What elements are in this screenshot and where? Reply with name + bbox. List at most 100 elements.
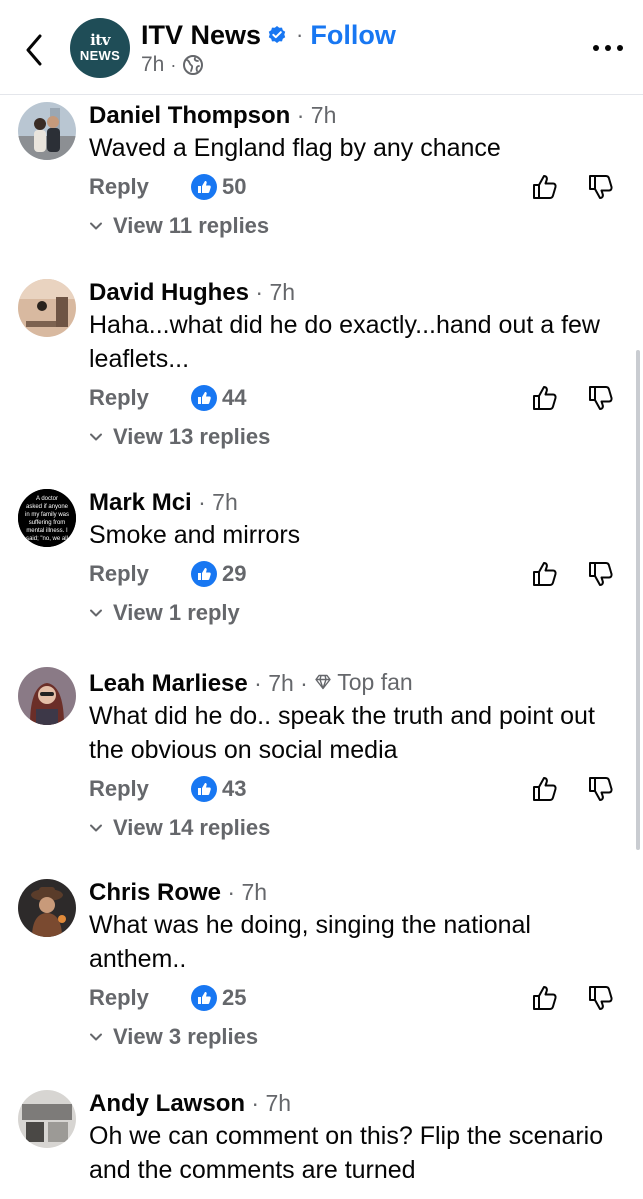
like-icon xyxy=(191,985,217,1011)
page-avatar[interactable]: itv NEWS xyxy=(70,18,130,78)
view-replies-label: View 11 replies xyxy=(113,213,270,238)
thumbs-down-icon[interactable] xyxy=(587,384,615,412)
reply-button[interactable]: Reply xyxy=(89,385,191,411)
comment-text: Waved a England flag by any chance xyxy=(89,134,501,162)
avatar-photo: A doctor asked if anyone in my family wa… xyxy=(18,489,76,547)
comment-time[interactable]: 7h xyxy=(268,670,294,696)
comment-time[interactable]: 7h xyxy=(212,489,238,515)
view-replies-label: View 3 replies xyxy=(113,1024,259,1049)
view-replies-label: View 14 replies xyxy=(113,815,271,840)
comment-text: What was he doing, singing the national … xyxy=(89,911,531,973)
view-replies-link[interactable]: View 11 replies xyxy=(89,213,629,239)
more-dot xyxy=(605,45,611,51)
view-replies-link[interactable]: View 3 replies xyxy=(89,1024,629,1050)
avatar-photo xyxy=(18,879,76,937)
thumbs-down-icon[interactable] xyxy=(587,173,615,201)
view-replies-label: View 13 replies xyxy=(113,424,271,449)
comment-author[interactable]: Daniel Thompson xyxy=(89,102,290,129)
meta-separator: · xyxy=(247,670,269,696)
reply-button[interactable]: Reply xyxy=(89,776,191,802)
globe-icon xyxy=(183,55,204,75)
like-count: 43 xyxy=(222,776,247,801)
chevron-down-icon xyxy=(90,433,102,441)
comment-text: Smoke and mirrors xyxy=(89,521,301,549)
comment-author[interactable]: Leah Marliese xyxy=(89,670,248,697)
view-replies-label: View 1 reply xyxy=(113,600,240,625)
thumbs-down-icon[interactable] xyxy=(587,775,615,803)
more-options-icon xyxy=(593,45,599,51)
like-count: 29 xyxy=(222,561,247,586)
verified-badge-icon xyxy=(268,26,286,43)
scrollbar[interactable] xyxy=(636,350,640,850)
like-icon xyxy=(191,385,217,411)
reaction-count[interactable]: 25 xyxy=(191,985,246,1011)
comment-author[interactable]: Chris Rowe xyxy=(89,879,221,906)
meta-separator: · xyxy=(293,670,315,696)
comment-time[interactable]: 7h xyxy=(241,879,267,905)
avatar[interactable] xyxy=(18,667,76,725)
like-icon xyxy=(191,776,217,802)
reaction-count[interactable]: 29 xyxy=(191,561,246,587)
avatar[interactable] xyxy=(18,279,76,337)
like-count: 44 xyxy=(222,385,247,410)
view-replies-link[interactable]: View 1 reply xyxy=(89,600,629,626)
meta-separator: · xyxy=(290,102,311,128)
separator-dot: · xyxy=(170,54,177,75)
like-icon xyxy=(191,174,217,200)
svg-text:A doctor: A doctor xyxy=(36,496,58,502)
svg-text:mental illness. I: mental illness. I xyxy=(26,528,68,534)
avatar[interactable] xyxy=(18,102,76,160)
like-count: 25 xyxy=(222,985,247,1010)
comment-time[interactable]: 7h xyxy=(265,1090,291,1116)
thumbs-up-icon[interactable] xyxy=(531,384,559,412)
svg-text:asked if anyone: asked if anyone xyxy=(26,504,69,510)
back-button[interactable] xyxy=(22,30,46,70)
chevron-down-icon xyxy=(90,609,102,617)
comment-author[interactable]: Mark Mci xyxy=(89,489,192,516)
like-count: 50 xyxy=(222,174,247,199)
thumbs-up-icon[interactable] xyxy=(531,173,559,201)
meta-separator: · xyxy=(249,279,270,305)
avatar-photo xyxy=(18,667,76,725)
avatar-logo-top: itv xyxy=(90,30,110,49)
reaction-count[interactable]: 44 xyxy=(191,385,246,411)
comment-author[interactable]: Andy Lawson xyxy=(89,1090,245,1117)
thumbs-down-icon[interactable] xyxy=(587,560,615,588)
avatar-photo xyxy=(18,102,76,160)
thumbs-up-icon[interactable] xyxy=(531,775,559,803)
avatar[interactable]: A doctor asked if anyone in my family wa… xyxy=(18,489,76,547)
avatar-photo xyxy=(18,279,76,337)
reply-button[interactable]: Reply xyxy=(89,985,191,1011)
comment-text: Oh we can comment on this? Flip the scen… xyxy=(89,1122,604,1184)
avatar-logo-bottom: NEWS xyxy=(79,47,121,63)
thumbs-up-icon[interactable] xyxy=(531,984,559,1012)
reply-button[interactable]: Reply xyxy=(89,561,191,587)
comment-time[interactable]: 7h xyxy=(269,279,295,305)
avatar-photo xyxy=(18,1090,76,1148)
page-name[interactable]: ITV News xyxy=(141,20,261,51)
meta-separator: · xyxy=(245,1090,266,1116)
comment-author[interactable]: David Hughes xyxy=(89,279,249,306)
back-chevron-icon xyxy=(26,34,42,66)
top-fan-badge: Top fan xyxy=(314,667,413,697)
reply-button[interactable]: Reply xyxy=(89,174,191,200)
avatar[interactable] xyxy=(18,1090,76,1148)
post-header: itv NEWS ITV News · Follow 7h · xyxy=(0,0,643,95)
chevron-down-icon xyxy=(90,222,102,230)
view-replies-link[interactable]: View 14 replies xyxy=(89,815,629,841)
reaction-count[interactable]: 43 xyxy=(191,776,246,802)
more-dot xyxy=(617,45,623,51)
thumbs-up-icon[interactable] xyxy=(531,560,559,588)
comment-time[interactable]: 7h xyxy=(311,102,337,128)
post-time[interactable]: 7h xyxy=(141,53,164,77)
thumbs-down-icon[interactable] xyxy=(587,984,615,1012)
top-fan-label: Top fan xyxy=(337,669,413,695)
svg-text:said; "no, we all: said; "no, we all xyxy=(26,536,68,542)
avatar[interactable] xyxy=(18,879,76,937)
follow-button[interactable]: Follow xyxy=(310,20,395,51)
more-options-button[interactable] xyxy=(593,38,623,58)
view-replies-link[interactable]: View 13 replies xyxy=(89,424,629,450)
chevron-down-icon xyxy=(90,824,102,832)
reaction-count[interactable]: 50 xyxy=(191,174,246,200)
comment-text: What did he do.. speak the truth and poi… xyxy=(89,702,595,764)
